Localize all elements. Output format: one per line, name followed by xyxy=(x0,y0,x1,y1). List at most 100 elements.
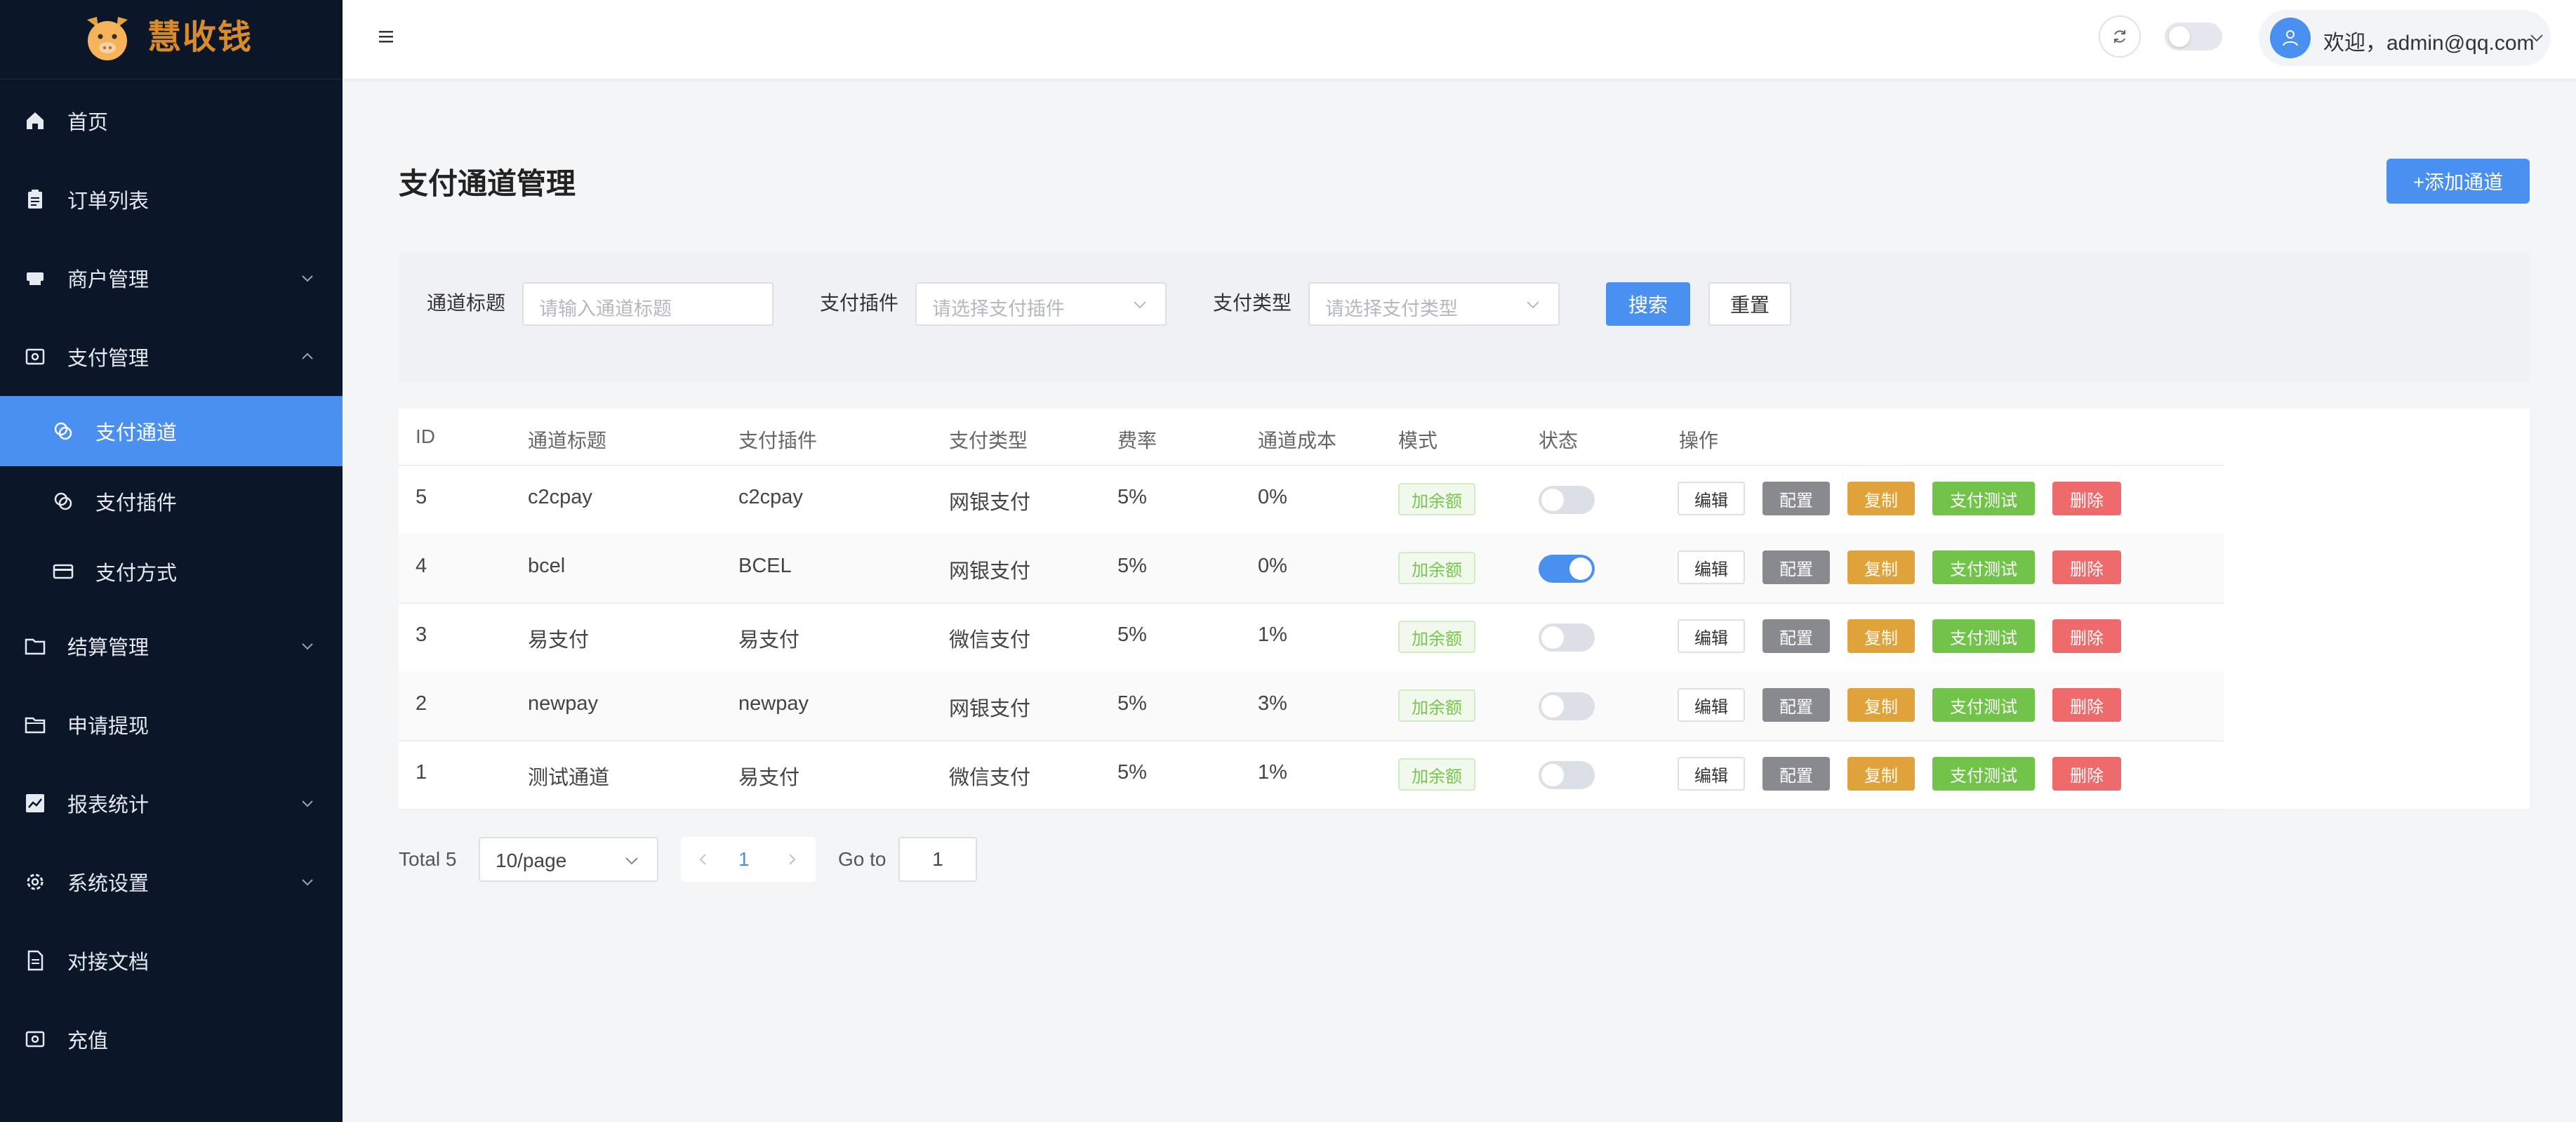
chevron-down-icon xyxy=(1527,301,1539,309)
sidebar-subitem-label: 支付插件 xyxy=(95,492,178,515)
column-header: 通道成本 xyxy=(1258,430,1337,451)
cell-rate: 5% xyxy=(1117,486,1147,508)
sidebar-subitem-channels[interactable]: 支付通道 xyxy=(0,396,343,466)
cell-id: 3 xyxy=(416,623,427,646)
theme-toggle[interactable] xyxy=(2165,22,2222,51)
pay-test-button[interactable]: 支付测试 xyxy=(1932,688,2035,722)
type-filter-select[interactable]: 请选择支付类型 xyxy=(1308,282,1560,326)
table-row: 1 测试通道 易支付 微信支付 5% 1% 加余额 编辑 配置 复制 支付测试 … xyxy=(399,740,2224,810)
edit-button[interactable]: 编辑 xyxy=(1678,482,1745,515)
page-size-select[interactable]: 10/page xyxy=(479,837,658,882)
copy-button[interactable]: 复制 xyxy=(1847,550,1915,584)
pay-test-button[interactable]: 支付测试 xyxy=(1932,550,2035,584)
add-channel-button[interactable]: +添加通道 xyxy=(2386,159,2530,204)
sidebar-item-payment[interactable]: 支付管理 xyxy=(0,322,343,392)
refresh-icon xyxy=(2114,30,2125,43)
cell-plugin: BCEL xyxy=(738,555,792,577)
delete-button[interactable]: 删除 xyxy=(2052,688,2121,722)
chevron-down-icon xyxy=(625,857,638,865)
channel-table: ID 通道标题 支付插件 支付类型 费率 通道成本 模式 状态 操作 5 c2c… xyxy=(399,409,2530,810)
chevron-right-icon[interactable] xyxy=(783,851,800,868)
type-filter-label: 支付类型 xyxy=(1213,292,1292,314)
switch-knob xyxy=(1541,626,1564,649)
status-switch[interactable] xyxy=(1539,761,1595,789)
cell-plugin: c2cpay xyxy=(738,486,803,508)
sidebar-item-withdraw[interactable]: 申请提现 xyxy=(0,689,343,760)
delete-button[interactable]: 删除 xyxy=(2052,619,2121,653)
sidebar-item-settings[interactable]: 系统设置 xyxy=(0,847,343,917)
config-button[interactable]: 配置 xyxy=(1762,688,1830,722)
pig-logo-icon xyxy=(87,17,128,60)
sidebar-subitem-plugins[interactable]: 支付插件 xyxy=(0,466,343,536)
search-button[interactable]: 搜索 xyxy=(1606,282,1690,326)
page-title: 支付通道管理 xyxy=(399,167,576,200)
page-size-value: 10/page xyxy=(496,850,567,871)
title-filter-input[interactable]: 请输入通道标题 xyxy=(522,282,774,326)
pay-test-button[interactable]: 支付测试 xyxy=(1932,619,2035,653)
pay-test-button[interactable]: 支付测试 xyxy=(1932,757,2035,791)
copy-button[interactable]: 复制 xyxy=(1847,757,1915,791)
column-header: ID xyxy=(416,425,435,447)
cell-cost: 0% xyxy=(1258,486,1287,508)
cell-rate: 5% xyxy=(1117,623,1147,646)
page-number-current[interactable]: 1 xyxy=(738,848,750,871)
delete-button[interactable]: 删除 xyxy=(2052,482,2121,515)
sidebar-item-settlement[interactable]: 结算管理 xyxy=(0,611,343,681)
table-row: 4 bcel BCEL 网银支付 5% 0% 加余额 编辑 配置 复制 支付测试… xyxy=(399,534,2224,604)
copy-button[interactable]: 复制 xyxy=(1847,482,1915,515)
plugin-filter-select[interactable]: 请选择支付插件 xyxy=(915,282,1167,326)
edit-button[interactable]: 编辑 xyxy=(1678,550,1745,584)
document-icon xyxy=(27,950,44,971)
gear-icon xyxy=(27,873,44,890)
config-button[interactable]: 配置 xyxy=(1762,482,1830,515)
config-button[interactable]: 配置 xyxy=(1762,619,1830,653)
pager: 1 xyxy=(681,837,816,882)
sidebar-item-home[interactable]: 首页 xyxy=(0,86,343,156)
coins-icon xyxy=(54,422,72,440)
delete-button[interactable]: 删除 xyxy=(2052,550,2121,584)
switch-knob xyxy=(1541,489,1564,511)
placeholder: 请选择支付插件 xyxy=(932,298,1065,319)
table-header: ID 通道标题 支付插件 支付类型 费率 通道成本 模式 状态 操作 xyxy=(399,409,2224,466)
mode-tag: 加余额 xyxy=(1398,483,1475,515)
sidebar-subitem-methods[interactable]: 支付方式 xyxy=(0,536,343,607)
sidebar-item-merchants[interactable]: 商户管理 xyxy=(0,243,343,313)
edit-button[interactable]: 编辑 xyxy=(1678,619,1745,653)
sidebar-subitem-label: 支付通道 xyxy=(95,422,178,444)
sidebar-item-orders[interactable]: 订单列表 xyxy=(0,164,343,235)
logo[interactable]: 慧收钱 xyxy=(0,0,343,79)
sidebar-item-docs[interactable]: 对接文档 xyxy=(0,925,343,996)
sidebar-item-reports[interactable]: 报表统计 xyxy=(0,768,343,838)
edit-button[interactable]: 编辑 xyxy=(1678,688,1745,722)
user-menu[interactable]: 欢迎，admin@qq.com xyxy=(2259,10,2551,66)
brand-name: 慧收钱 xyxy=(147,19,253,56)
sidebar-subitem-label: 支付方式 xyxy=(95,562,178,585)
status-switch[interactable] xyxy=(1539,692,1595,720)
pay-test-button[interactable]: 支付测试 xyxy=(1932,482,2035,515)
chevron-down-icon xyxy=(302,879,313,886)
status-switch[interactable] xyxy=(1539,555,1595,583)
status-switch[interactable] xyxy=(1539,486,1595,514)
status-switch[interactable] xyxy=(1539,623,1595,652)
config-button[interactable]: 配置 xyxy=(1762,550,1830,584)
menu-toggle-icon[interactable] xyxy=(378,28,396,45)
sidebar-item-label: 申请提现 xyxy=(67,715,150,738)
chevron-down-icon xyxy=(302,275,313,282)
copy-button[interactable]: 复制 xyxy=(1847,619,1915,653)
refresh-button[interactable] xyxy=(2099,15,2141,58)
config-button[interactable]: 配置 xyxy=(1762,757,1830,791)
home-icon xyxy=(27,112,44,129)
sidebar-item-recharge[interactable]: 充值 xyxy=(0,1004,343,1074)
goto-label: Go to xyxy=(838,848,887,870)
cell-cost: 0% xyxy=(1258,555,1287,577)
edit-button[interactable]: 编辑 xyxy=(1678,757,1745,791)
delete-button[interactable]: 删除 xyxy=(2052,757,2121,791)
cell-id: 2 xyxy=(416,692,427,715)
reset-button[interactable]: 重置 xyxy=(1708,282,1791,326)
cell-title: c2cpay xyxy=(528,486,592,508)
goto-page-input[interactable]: 1 xyxy=(898,837,977,882)
column-header: 状态 xyxy=(1539,430,1579,451)
copy-button[interactable]: 复制 xyxy=(1847,688,1915,722)
column-header: 支付插件 xyxy=(738,430,818,451)
chevron-left-icon[interactable] xyxy=(695,851,712,868)
